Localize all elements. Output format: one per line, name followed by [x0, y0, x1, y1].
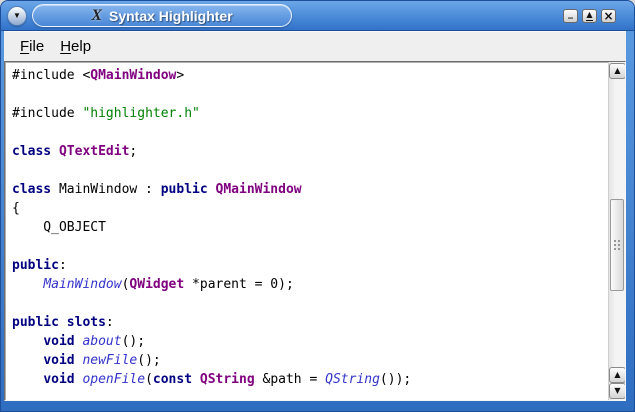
menubar: File Help	[4, 31, 626, 61]
code-line: void newFile();	[43, 353, 161, 368]
arrow-up-icon: ▲	[614, 370, 621, 379]
code-line: void about();	[43, 334, 146, 349]
code-line: public slots:	[12, 315, 114, 330]
arrow-up-icon: ▲	[614, 66, 621, 75]
code-line: {	[12, 201, 20, 216]
code-line: class QTextEdit;	[12, 144, 138, 159]
titlebar[interactable]: ▼ X Syntax Highlighter _ ▲ ×	[1, 1, 634, 31]
code-line: #include "highlighter.h"	[12, 106, 200, 121]
scroll-up-button-bottom[interactable]: ▲	[609, 367, 625, 383]
code-editor[interactable]: #include <QMainWindow> #include "highlig…	[5, 62, 608, 400]
titlebar-pill: X Syntax Highlighter	[32, 4, 292, 27]
code-line: void openFile(const QString &path = QStr…	[43, 372, 412, 387]
window-content: File Help #include <QMainWindow> #include…	[4, 31, 626, 401]
scroll-up-button[interactable]: ▲	[609, 63, 625, 79]
code-line: Q_OBJECT	[12, 220, 106, 235]
minimize-button[interactable]: _	[563, 7, 578, 23]
window-title: Syntax Highlighter	[108, 7, 233, 24]
code-line: #include <QMainWindow>	[12, 68, 185, 83]
maximize-icon: ▲	[586, 9, 593, 21]
app-x11-icon: X	[91, 6, 102, 24]
window-controls: _ ▲ ×	[563, 7, 616, 23]
arrow-down-icon: ▼	[614, 386, 621, 395]
window-frame: ▼ X Syntax Highlighter _ ▲ × File Help #i…	[0, 0, 635, 412]
close-button[interactable]: ×	[601, 8, 616, 23]
scrollbar-grip-icon	[612, 238, 622, 252]
minimize-icon: _	[568, 7, 573, 19]
menu-item-file[interactable]: File	[12, 35, 52, 58]
code-line: public:	[12, 258, 67, 273]
close-icon: ×	[603, 8, 614, 23]
maximize-button[interactable]: ▲	[582, 8, 597, 23]
code-line: class MainWindow : public QMainWindow	[12, 182, 302, 197]
window-menu-button[interactable]: ▼	[7, 5, 27, 26]
menu-item-help[interactable]: Help	[52, 35, 99, 58]
scrollbar-thumb[interactable]	[610, 199, 624, 291]
editor-frame: #include <QMainWindow> #include "highlig…	[4, 61, 626, 401]
code-line: MainWindow(QWidget *parent = 0);	[43, 277, 294, 292]
vertical-scrollbar[interactable]: ▲ ▲ ▼	[608, 62, 625, 400]
chevron-down-icon: ▼	[13, 10, 21, 20]
scroll-down-button[interactable]: ▼	[609, 383, 625, 399]
